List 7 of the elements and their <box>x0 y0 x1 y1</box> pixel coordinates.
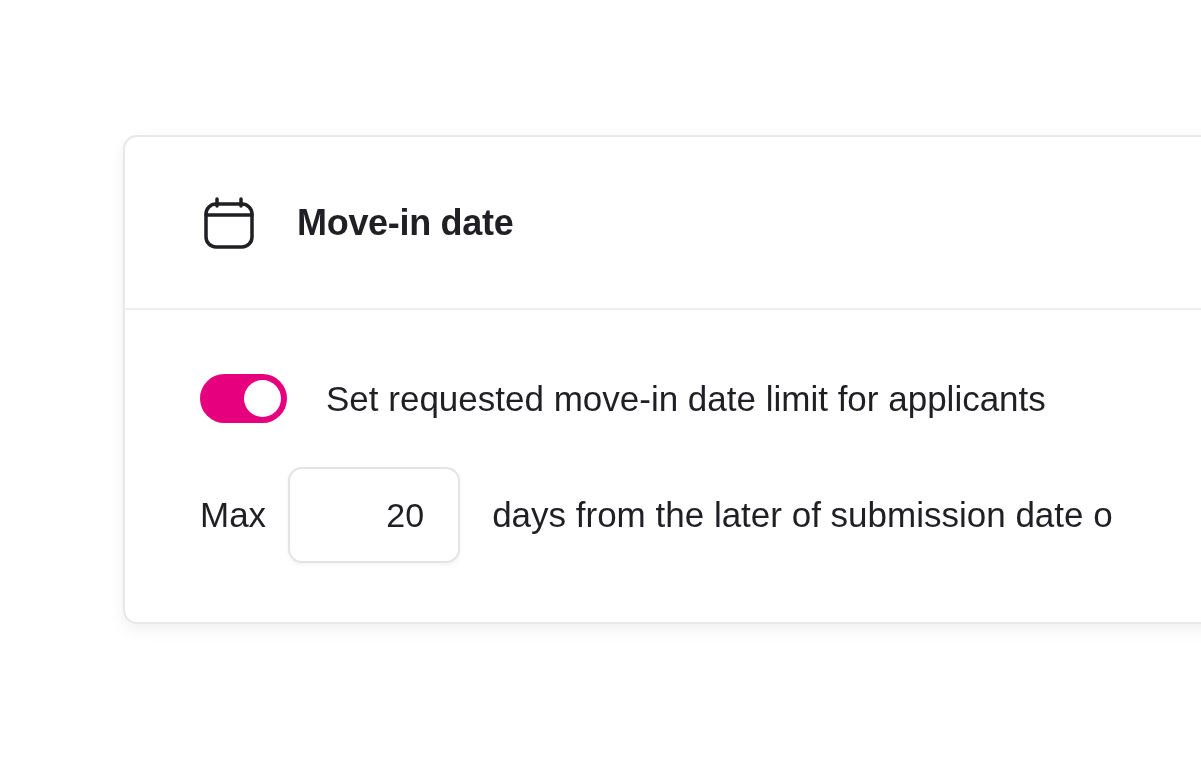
card-title: Move-in date <box>297 201 514 244</box>
max-label: Max <box>200 495 267 535</box>
toggle-switch[interactable] <box>200 374 287 423</box>
toggle-label: Set requested move-in date limit for applicants <box>326 378 1046 419</box>
calendar-icon <box>203 195 255 250</box>
days-description: days from the later of submission date o <box>492 495 1113 535</box>
days-input-field[interactable]: 20 <box>288 467 461 563</box>
